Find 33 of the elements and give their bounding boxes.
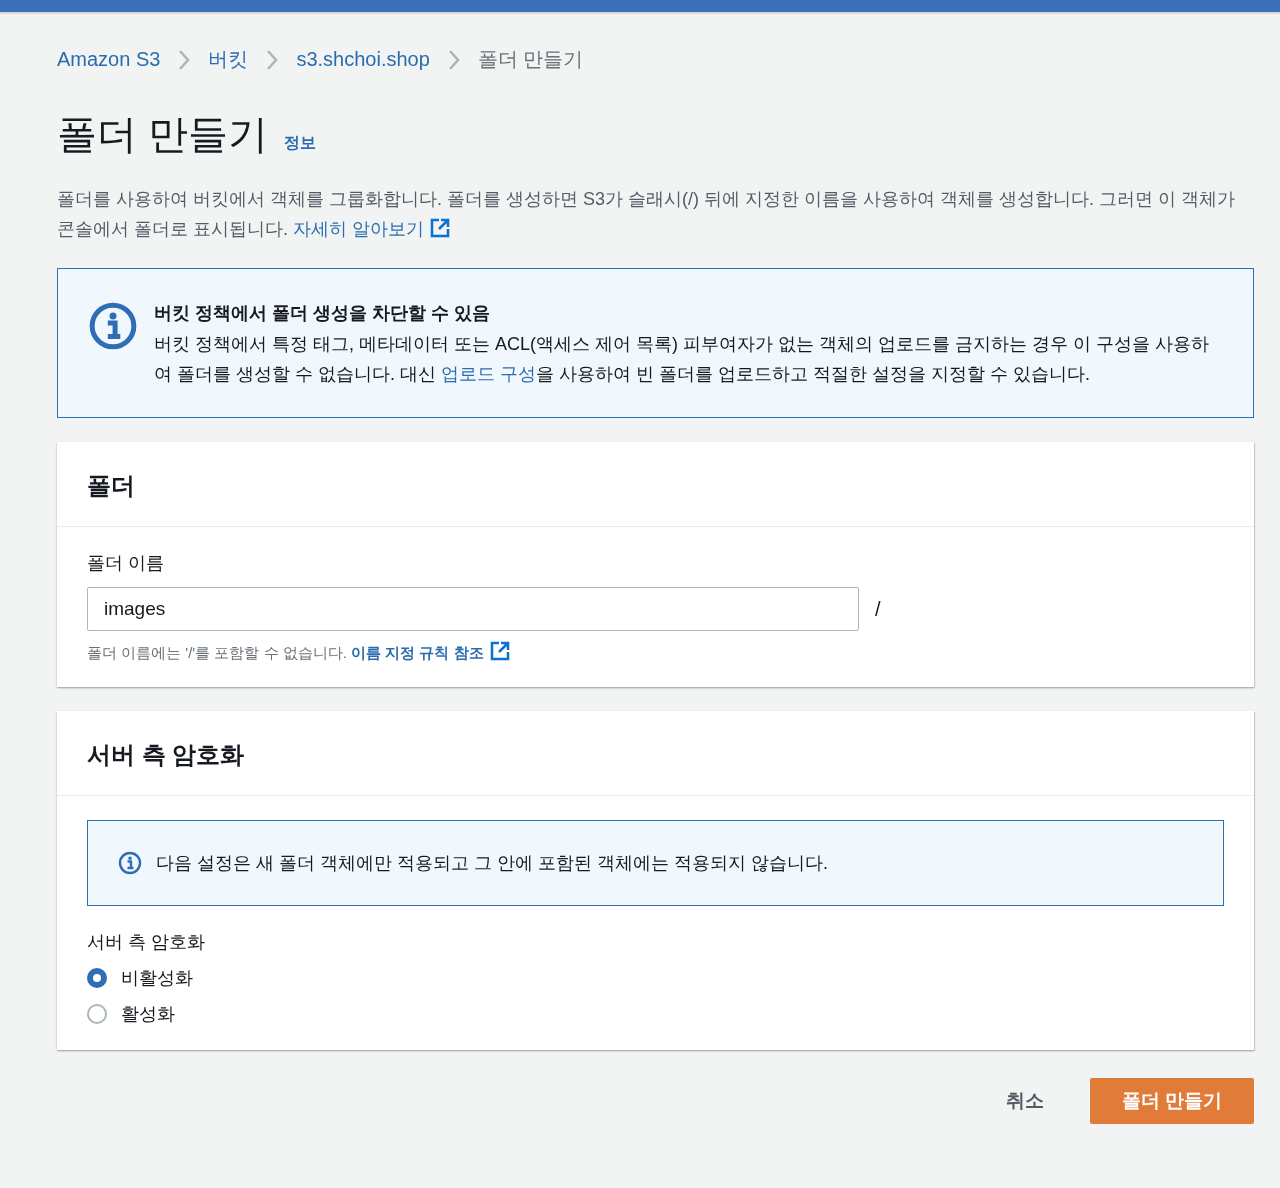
radio-label[interactable]: 비활성화 <box>121 966 193 990</box>
cancel-button[interactable]: 취소 <box>1005 1080 1044 1122</box>
info-icon <box>118 851 142 875</box>
radio-button[interactable] <box>87 968 107 988</box>
alert-title: 버킷 정책에서 폴더 생성을 차단할 수 있음 <box>154 302 491 325</box>
breadcrumb-link[interactable]: 버킷 <box>208 46 249 73</box>
folder-name-input[interactable]: images <box>87 587 859 631</box>
radio-label[interactable]: 활성화 <box>121 1002 175 1026</box>
radio-group-label: 서버 측 암호화 <box>87 931 206 954</box>
info-link[interactable]: 정보 <box>284 133 317 154</box>
create-folder-button[interactable]: 폴더 만들기 <box>1089 1078 1254 1124</box>
current-page-label: 폴더 만들기 <box>477 47 584 72</box>
chevron-right-icon <box>266 48 279 71</box>
learn-more-link[interactable]: 자세히 알아보기 <box>293 219 451 239</box>
field-label: 폴더 이름 <box>87 552 165 575</box>
external-link-icon <box>489 641 510 661</box>
breadcrumb-link[interactable]: Amazon S3 <box>57 48 161 71</box>
upload-config-link[interactable]: 업로드 구성 <box>441 364 537 384</box>
notice-text: 다음 설정은 새 폴더 객체에만 적용되고 그 안에 포함된 객체에는 적용되지 않습니다. <box>156 852 828 875</box>
page-description: 폴더를 사용하여 버킷에서 객체를 그룹화합니다. 폴더를 생성하면 S3가 슬래시(/) 뒤에 지정한 이름을 사용하여 객체를 생성합니다. 그러면 이 객체가 콘솔에서 폴더로 표시됩니다. 자세히 알아보기 <box>57 188 1237 241</box>
slash-suffix: / <box>875 597 881 621</box>
radio-button[interactable] <box>87 1004 107 1024</box>
external-link-icon <box>430 218 451 238</box>
page-title: 폴더 만들기 <box>57 111 269 158</box>
alert-text: 버킷 정책에서 특정 태그, 메타데이터 또는 ACL(액세스 제어 목록) 피부여자가 없는 객체의 업로드를 금지하는 경우 이 구성을 사용하여 폴더를 생성할 수 없습니다. 대신 업로드 구성을 사용하여 빈 폴더를 업로드하고 적절한 설정을 지정할 수 있습니다. <box>154 333 1211 386</box>
info-icon <box>88 301 138 351</box>
field-hint: 폴더 이름에는 '/'를 포함할 수 없습니다. 이름 지정 규칙 참조 <box>87 641 1224 663</box>
chevron-right-icon <box>178 48 191 71</box>
chevron-right-icon <box>447 48 460 71</box>
breadcrumb-link[interactable]: s3.shchoi.shop <box>296 48 430 71</box>
naming-rules-link[interactable]: 이름 지정 규칙 참조 <box>351 644 510 661</box>
panel-title: 폴더 <box>57 442 1254 527</box>
panel-title: 서버 측 암호화 <box>57 711 1254 796</box>
